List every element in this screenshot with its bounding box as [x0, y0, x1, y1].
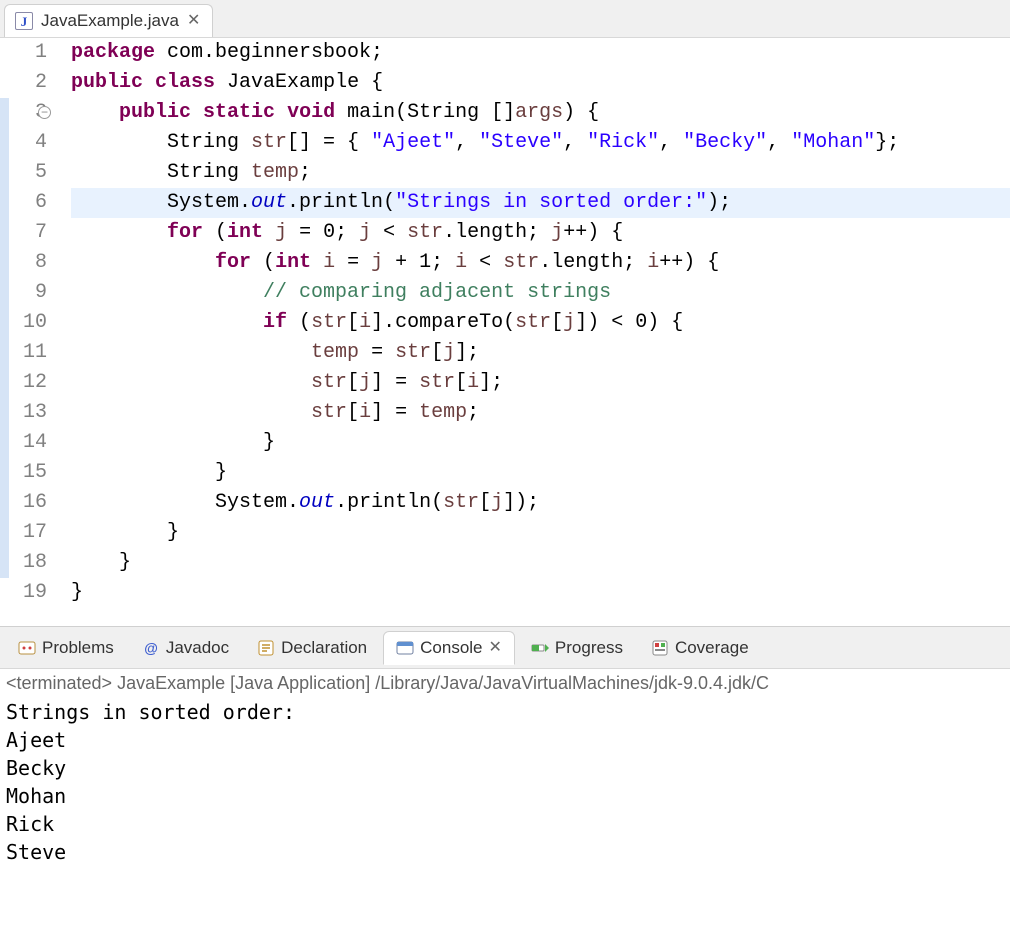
- line-number: 8: [9, 248, 47, 278]
- progress-icon: [531, 639, 549, 657]
- code-line[interactable]: }: [71, 548, 1010, 578]
- tab-javadoc-label: Javadoc: [166, 638, 229, 658]
- line-number: 4: [9, 128, 47, 158]
- tab-javadoc[interactable]: @ Javadoc: [130, 632, 241, 664]
- line-number: 15: [9, 458, 47, 488]
- declaration-icon: [257, 639, 275, 657]
- line-number: 10: [9, 308, 47, 338]
- line-number: 7: [9, 218, 47, 248]
- code-line[interactable]: public static void main(String []args) {: [71, 98, 1010, 128]
- fold-marker-icon[interactable]: −: [38, 106, 51, 119]
- code-line[interactable]: str[i] = temp;: [71, 398, 1010, 428]
- code-line[interactable]: }: [71, 578, 1010, 608]
- line-number: 9: [9, 278, 47, 308]
- line-number: 11: [9, 338, 47, 368]
- close-icon[interactable]: ✕: [489, 640, 502, 656]
- tab-console-label: Console: [420, 638, 482, 658]
- tab-problems[interactable]: Problems: [6, 632, 126, 664]
- editor-tab[interactable]: J JavaExample.java ✕: [4, 4, 213, 37]
- console-icon: [396, 639, 414, 657]
- problems-icon: [18, 639, 36, 657]
- code-line[interactable]: if (str[i].compareTo(str[j]) < 0) {: [71, 308, 1010, 338]
- code-line[interactable]: str[j] = str[i];: [71, 368, 1010, 398]
- line-number-gutter: 123−45678910111213141516171819: [9, 38, 59, 608]
- line-number: 5: [9, 158, 47, 188]
- close-icon[interactable]: ✕: [187, 13, 200, 29]
- java-file-icon: J: [15, 12, 33, 30]
- line-number: 17: [9, 518, 47, 548]
- tab-coverage[interactable]: Coverage: [639, 632, 761, 664]
- code-line[interactable]: temp = str[j];: [71, 338, 1010, 368]
- code-line[interactable]: package com.beginnersbook;: [71, 38, 1010, 68]
- bottom-tabbar: Problems @ Javadoc Declaration Console ✕…: [0, 627, 1010, 669]
- console-status: <terminated> JavaExample [Java Applicati…: [0, 669, 1010, 696]
- tab-progress[interactable]: Progress: [519, 632, 635, 664]
- code-area[interactable]: package com.beginnersbook;public class J…: [59, 38, 1010, 608]
- bottom-panel: Problems @ Javadoc Declaration Console ✕…: [0, 626, 1010, 868]
- coverage-icon: [651, 639, 669, 657]
- tab-problems-label: Problems: [42, 638, 114, 658]
- code-line[interactable]: String temp;: [71, 158, 1010, 188]
- tab-progress-label: Progress: [555, 638, 623, 658]
- code-line[interactable]: System.out.println("Strings in sorted or…: [71, 188, 1010, 218]
- code-line[interactable]: }: [71, 428, 1010, 458]
- tab-declaration-label: Declaration: [281, 638, 367, 658]
- code-line[interactable]: }: [71, 518, 1010, 548]
- line-number: 14: [9, 428, 47, 458]
- line-number: 18: [9, 548, 47, 578]
- code-line[interactable]: }: [71, 458, 1010, 488]
- code-line[interactable]: String str[] = { "Ajeet", "Steve", "Rick…: [71, 128, 1010, 158]
- tab-declaration[interactable]: Declaration: [245, 632, 379, 664]
- line-number: 6: [9, 188, 47, 218]
- javadoc-icon: @: [142, 639, 160, 657]
- console-output[interactable]: Strings in sorted order: Ajeet Becky Moh…: [0, 696, 1010, 868]
- line-number: 13: [9, 398, 47, 428]
- line-number: 16: [9, 488, 47, 518]
- line-number: 3−: [9, 98, 47, 128]
- line-number: 2: [9, 68, 47, 98]
- code-line[interactable]: for (int i = j + 1; i < str.length; i++)…: [71, 248, 1010, 278]
- tab-console[interactable]: Console ✕: [383, 631, 515, 665]
- code-line[interactable]: System.out.println(str[j]);: [71, 488, 1010, 518]
- code-line[interactable]: public class JavaExample {: [71, 68, 1010, 98]
- line-number: 1: [9, 38, 47, 68]
- line-number: 19: [9, 578, 47, 608]
- line-number: 12: [9, 368, 47, 398]
- tab-coverage-label: Coverage: [675, 638, 749, 658]
- code-line[interactable]: for (int j = 0; j < str.length; j++) {: [71, 218, 1010, 248]
- code-line[interactable]: // comparing adjacent strings: [71, 278, 1010, 308]
- editor-tabbar: J JavaExample.java ✕: [0, 0, 1010, 38]
- editor-tab-filename: JavaExample.java: [41, 11, 179, 31]
- code-editor[interactable]: 123−45678910111213141516171819 package c…: [0, 38, 1010, 608]
